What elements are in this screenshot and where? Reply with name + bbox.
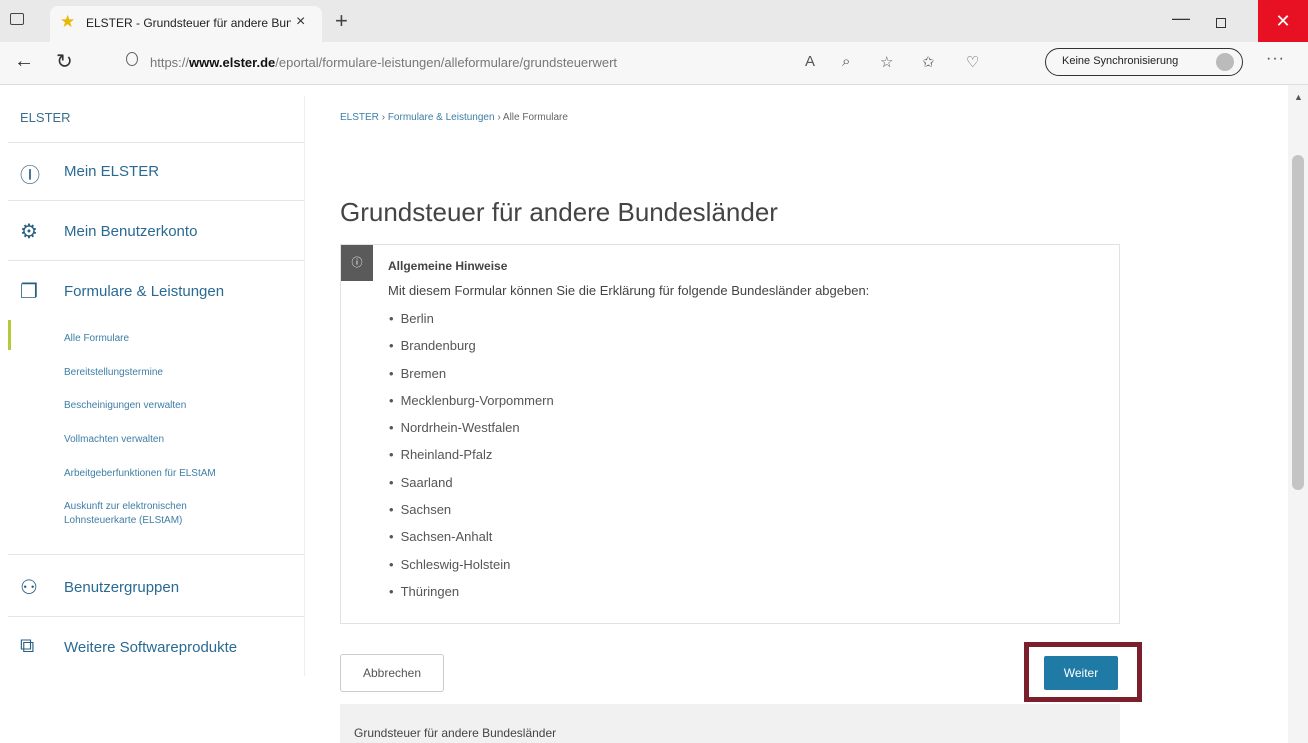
sync-label: Keine Synchronisierung	[1062, 55, 1179, 67]
user-group-icon: ⚇	[20, 577, 38, 599]
active-item-marker	[8, 320, 11, 350]
browser-tab[interactable]: ★ ELSTER - Grundsteuer für andere Bundes…	[50, 6, 322, 42]
tab-title: ELSTER - Grundsteuer für andere Bundeslä…	[86, 16, 291, 30]
sidebar-subitem-bescheinigungen[interactable]: Bescheinigungen verwalten	[64, 399, 186, 413]
next-button[interactable]: Weiter	[1044, 656, 1118, 690]
software-products-icon: ⧉	[20, 635, 35, 657]
sidebar-item-label: Mein Benutzerkonto	[64, 223, 198, 240]
breadcrumb: ELSTER › Formulare & Leistungen › Alle F…	[340, 112, 568, 123]
sidebar-subitem-bereitstellungstermine[interactable]: Bereitstellungstermine	[64, 366, 163, 380]
window-close-button[interactable]: ✕	[1258, 0, 1308, 42]
state-list: Berlin Brandenburg Bremen Mecklenburg-Vo…	[389, 311, 554, 611]
url-domain: www.elster.de	[189, 55, 276, 70]
list-item: Rheinland-Pfalz	[389, 447, 554, 474]
site-info-icon[interactable]	[126, 52, 138, 66]
list-item: Sachsen	[389, 502, 554, 529]
sidebar-item-label: Mein ELSTER	[64, 163, 160, 180]
list-item: Bremen	[389, 366, 554, 393]
list-item: Saarland	[389, 475, 554, 502]
sidebar-item-benutzerkonto[interactable]: ⚙ Mein Benutzerkonto	[8, 200, 304, 261]
url-prefix: https://	[150, 55, 190, 70]
close-tab-icon[interactable]: ×	[296, 13, 305, 31]
info-icon: ⓘ	[341, 245, 373, 281]
health-icon[interactable]: ♡	[966, 53, 979, 71]
sidebar-item-formulare[interactable]: ❐ Formulare & Leistungen	[8, 260, 304, 321]
add-favorite-icon[interactable]: ☆	[880, 53, 893, 71]
cancel-button[interactable]: Abbrechen	[340, 654, 444, 692]
address-bar[interactable]: https://www.elster.de/eportal/formulare-…	[150, 55, 617, 70]
reload-icon[interactable]: ↻	[56, 49, 73, 74]
favorites-icon[interactable]: ✩	[922, 53, 935, 71]
breadcrumb-separator: ›	[381, 112, 386, 123]
sidebar-item-label: Weitere Softwareprodukte	[64, 639, 238, 656]
sidebar-item-benutzergruppen[interactable]: ⚇ Benutzergruppen	[8, 554, 304, 617]
profile-avatar-icon	[1216, 53, 1234, 71]
tab-actions-icon[interactable]	[10, 13, 24, 25]
form-footer: Grundsteuer für andere Bundesländer	[340, 704, 1120, 743]
list-item: Brandenburg	[389, 338, 554, 365]
sidebar-subitem-alle-formulare[interactable]: Alle Formulare	[64, 332, 129, 346]
new-tab-icon[interactable]: +	[335, 8, 348, 34]
footer-title: Grundsteuer für andere Bundesländer	[354, 726, 557, 740]
sync-button[interactable]: Keine Synchronisierung	[1045, 48, 1243, 76]
list-item: Mecklenburg-Vorpommern	[389, 393, 554, 420]
breadcrumb-formulare[interactable]: Formulare & Leistungen	[388, 112, 495, 123]
info-text: Mit diesem Formular können Sie die Erklä…	[388, 283, 870, 298]
sidebar-subitem-vollmachten[interactable]: Vollmachten verwalten	[64, 433, 164, 447]
info-heading: Allgemeine Hinweise	[388, 259, 508, 273]
list-item: Thüringen	[389, 584, 554, 611]
documents-icon: ❐	[20, 281, 38, 303]
sidebar-item-label: Formulare & Leistungen	[64, 283, 225, 300]
minimize-icon[interactable]: —	[1172, 8, 1190, 29]
user-circle-icon: Ⓘ	[20, 165, 40, 187]
back-arrow-icon[interactable]: ←	[14, 50, 34, 73]
zoom-icon[interactable]: ⌕	[842, 53, 850, 70]
maximize-icon[interactable]	[1216, 18, 1226, 28]
browser-tab-bar: ★ ELSTER - Grundsteuer für andere Bundes…	[0, 0, 1308, 42]
info-box: ⓘ Allgemeine Hinweise Mit diesem Formula…	[340, 244, 1120, 624]
star-icon: ★	[60, 12, 76, 31]
list-item: Berlin	[389, 311, 554, 338]
url-path: /eportal/formulare-leistungen/alleformul…	[275, 55, 618, 70]
sidebar-item-mein-elster[interactable]: Ⓘ Mein ELSTER	[8, 142, 304, 201]
list-item: Sachsen-Anhalt	[389, 529, 554, 556]
scrollbar-thumb[interactable]	[1292, 155, 1304, 490]
page-title: Grundsteuer für andere Bundesländer	[340, 197, 778, 227]
breadcrumb-elster[interactable]: ELSTER	[340, 112, 379, 123]
sidebar: ELSTER Ⓘ Mein ELSTER ⚙ Mein Benutzerkont…	[8, 96, 305, 676]
gear-icon: ⚙	[20, 221, 38, 243]
sidebar-subitem-arbeitgeberfunktionen[interactable]: Arbeitgeberfunktionen für ELStAM	[64, 467, 216, 481]
sidebar-subitem-auskunft-elstam[interactable]: Auskunft zur elektronischen Lohnsteuerka…	[64, 500, 254, 528]
sidebar-brand[interactable]: ELSTER	[20, 110, 71, 125]
read-aloud-icon[interactable]: A	[805, 53, 815, 70]
breadcrumb-separator: ›	[497, 112, 501, 123]
breadcrumb-current: Alle Formulare	[502, 112, 568, 123]
scroll-up-icon[interactable]: ▲	[1294, 92, 1303, 102]
sidebar-item-softwareprodukte[interactable]: ⧉ Weitere Softwareprodukte	[8, 616, 304, 677]
list-item: Nordrhein-Westfalen	[389, 420, 554, 447]
sidebar-item-label: Benutzergruppen	[64, 579, 180, 596]
more-options-icon[interactable]: ···	[1266, 50, 1285, 68]
list-item: Schleswig-Holstein	[389, 557, 554, 584]
browser-toolbar: ← ↻ https://www.elster.de/eportal/formul…	[0, 42, 1308, 85]
